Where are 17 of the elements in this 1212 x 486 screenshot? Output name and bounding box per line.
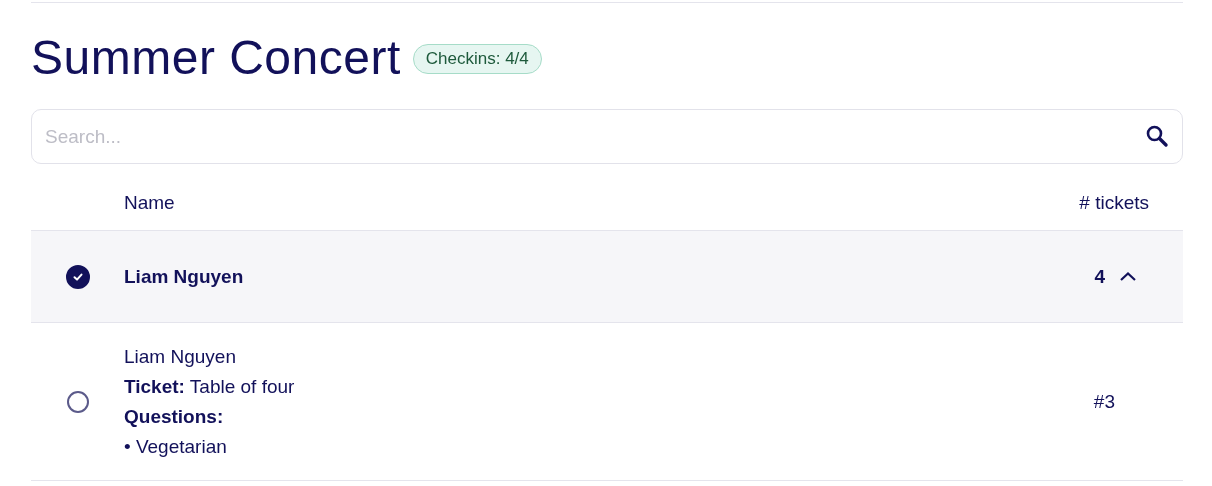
answer-text: • Vegetarian bbox=[124, 434, 228, 459]
checkbox[interactable] bbox=[65, 264, 90, 289]
page-title: Summer Concert bbox=[31, 29, 401, 85]
column-header: # tickets bbox=[1078, 192, 1150, 214]
attendee-name: Liam Nguyen bbox=[124, 344, 237, 369]
checkbox[interactable] bbox=[66, 390, 89, 413]
ticket-type: Ticket: Table of four bbox=[124, 374, 296, 399]
attendee-name: Liam Nguyen bbox=[124, 265, 245, 288]
search-field[interactable]: Search... bbox=[31, 109, 1183, 164]
checkins-badge: Checkins: 4/4 bbox=[412, 44, 542, 74]
questions-label: Questions: bbox=[124, 404, 225, 429]
group-row[interactable]: Liam Nguyen 4 bbox=[31, 231, 1183, 323]
chevron-icon[interactable] bbox=[1119, 270, 1137, 283]
ticket-count: 4 bbox=[1094, 265, 1105, 288]
search-icon[interactable] bbox=[1145, 124, 1169, 148]
ticket-number: #3 bbox=[1093, 390, 1115, 413]
column-header: Name bbox=[124, 192, 176, 214]
